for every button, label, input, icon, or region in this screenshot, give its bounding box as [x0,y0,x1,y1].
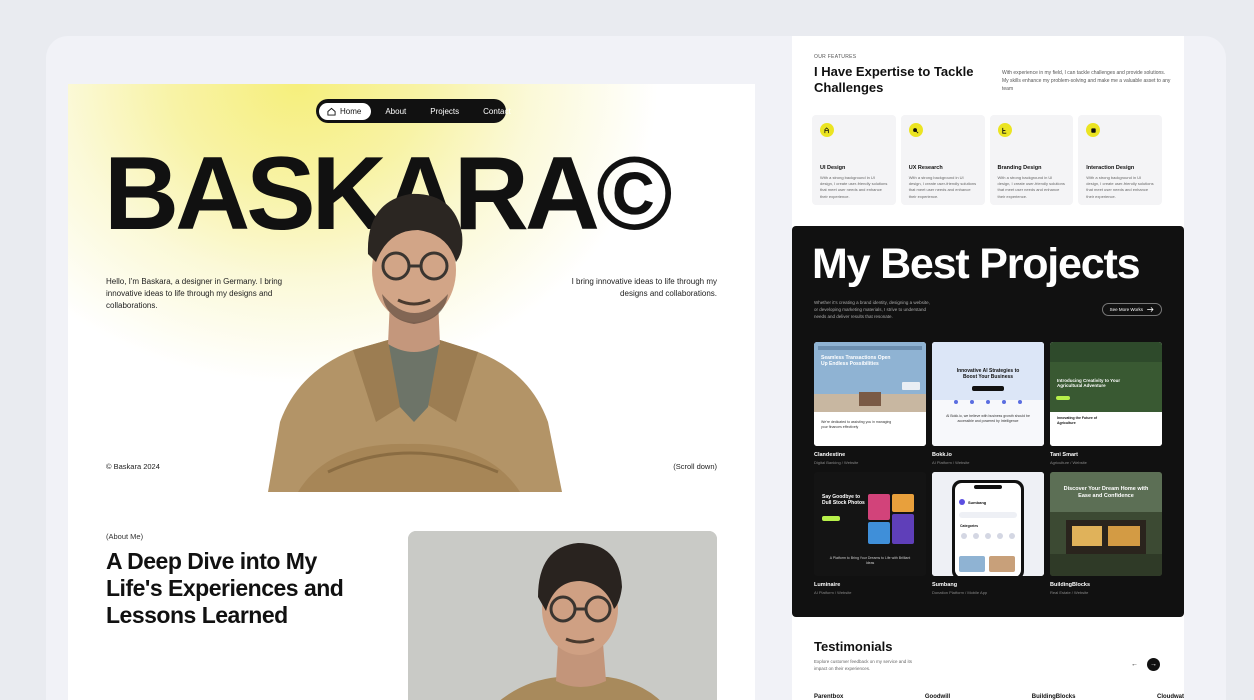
see-more-works-button[interactable]: See More Works [1101,303,1162,316]
project-thumbnail: Introducing Creativity to Your Agricultu… [1050,342,1162,446]
project-thumb-heading: Seamless Transactions Open Up Endless Po… [821,355,891,367]
brand-icon [997,123,1012,137]
features-heading: I Have Expertise to Tackle Challenges [814,64,974,96]
arrow-right-icon [1147,307,1154,312]
testimonials-description: Explore customer feedback on my service … [814,659,913,672]
features-description: With experience in my field, I can tackl… [1002,70,1171,92]
project-name: Clandestine [814,452,846,458]
hero-intro-left: Hello, I'm Baskara, a designer in German… [106,277,283,310]
project-meta: Digital Banking / Website [814,460,859,465]
projects-description: Whether it's creating a brand identity, … [814,300,930,320]
features-label: OUR FEATURES [814,54,857,60]
project-thumbnail: Discover Your Dream Home with Ease and C… [1050,472,1162,576]
client-logo: Cloudwat [1157,694,1184,700]
project-meta: Agriculture / Website [1050,460,1087,465]
project-card-buildingblocks[interactable]: Discover Your Dream Home with Ease and C… [1050,472,1162,595]
project-thumb-heading: Innovative AI Strategies to Boost Your B… [956,368,1020,380]
client-logo: Parentbox [814,694,844,700]
hero-section: Home About Projects Contact BASKARA© Hel… [68,84,755,492]
feature-text: With a strong background in UI design, I… [820,175,888,199]
hero-intro-right: I bring innovative ideas to life through… [571,277,717,298]
project-meta: Real Estate / Website [1050,590,1089,595]
project-name: Luminaire [814,582,841,588]
feature-card-ui-design[interactable]: UI Design With a strong background in UI… [812,115,896,205]
project-thumb-heading: Discover Your Dream Home with Ease and C… [1063,486,1149,499]
nav-contact[interactable]: Contact [473,103,521,120]
feature-card-branding-design[interactable]: Branding Design With a strong background… [989,115,1074,205]
search-icon [908,123,923,137]
feature-title: UI Design [820,165,846,171]
project-card-tani-smart[interactable]: Introducing Creativity to Your Agricultu… [1050,342,1162,465]
arrow-left-icon[interactable]: ← [1128,658,1141,671]
interaction-icon [1086,123,1101,137]
about-portrait [408,531,717,700]
project-thumb-sub: AI Bokk.io, we believe with business gro… [946,414,1030,423]
scroll-down-link[interactable]: (Scroll down) [673,462,717,471]
project-name: Bokk.io [932,452,952,458]
about-label: (About Me) [106,532,144,541]
pen-icon [820,123,834,137]
main-nav: Home About Projects Contact [316,99,511,123]
portfolio-preview: OUR FEATURES I Have Expertise to Tackle … [792,36,1184,700]
nav-projects[interactable]: Projects [420,103,469,120]
client-logo: Goodwill [924,694,951,700]
project-thumbnail: Seamless Transactions Open Up Endless Po… [814,342,926,446]
project-thumb-sub: Innovating the Future of Agriculture [1057,416,1098,425]
project-thumb-sub: Categories [960,524,979,528]
project-meta: Donation Platform / Mobile App [932,590,988,595]
about-photo [408,531,717,700]
feature-card-ux-research[interactable]: UX Research With a strong background in … [900,115,985,205]
feature-title: UX Research [908,165,943,171]
see-more-label: See More Works [1109,307,1143,312]
project-thumbnail: Say Goodbye to Dull Stock Photos A Platf… [814,472,926,576]
project-thumbnail: Innovative AI Strategies to Boost Your B… [932,342,1044,446]
feature-text: With a strong background in UI design, I… [997,175,1065,199]
projects-grid: Seamless Transactions Open Up Endless Po… [814,342,1162,595]
nav-projects-label: Projects [430,106,460,116]
feature-title: Interaction Design [1086,165,1135,171]
about-heading: A Deep Dive into My Life's Experiences a… [106,548,344,629]
nav-home-label: Home [340,106,362,116]
feature-card-interaction-design[interactable]: Interaction Design With a strong backgro… [1078,115,1162,205]
features-grid: UI Design With a strong background in UI… [812,115,1162,205]
nav-home[interactable]: Home [319,102,372,120]
client-logo: BuildingBlocks [1031,694,1076,700]
project-card-luminaire[interactable]: Say Goodbye to Dull Stock Photos A Platf… [814,472,926,595]
testimonials-nav: ← → [1128,658,1160,671]
project-name: Tani Smart [1050,452,1079,458]
nav-about[interactable]: About [375,103,416,120]
client-logos: Parentbox Goodwill BuildingBlocks Cloudw… [814,694,1184,700]
project-card-sumbang[interactable]: Sumbang Categories Sumbang Donation Plat… [932,472,1044,595]
project-thumb-sub: We're dedicated to assisting you in mana… [821,420,892,429]
feature-title: Branding Design [997,165,1042,171]
project-name: Sumbang [932,582,958,588]
nav-contact-label: Contact [483,106,511,116]
landing-page-preview: Home About Projects Contact BASKARA© Hel… [68,84,755,700]
hero-copyright: © Baskara 2024 [106,462,160,471]
project-thumb-heading: Say Goodbye to Dull Stock Photos [822,494,865,506]
project-thumb-heading: Sumbang [968,500,987,505]
project-thumbnail: Sumbang Categories [932,472,1044,576]
feature-text: With a strong background in UI design, I… [1086,175,1154,199]
project-meta: AI Platform / Website [932,460,970,465]
arrow-right-icon[interactable]: → [1147,658,1160,671]
project-name: BuildingBlocks [1050,582,1091,588]
nav-about-label: About [385,106,407,116]
testimonials-title: Testimonials [814,639,893,654]
project-card-clandestine[interactable]: Seamless Transactions Open Up Endless Po… [814,342,926,465]
project-card-bokkio[interactable]: Innovative AI Strategies to Boost Your B… [932,342,1044,465]
feature-text: With a strong background in UI design, I… [908,175,977,199]
project-thumb-sub: A Platform to Bring Your Dreams to Life … [829,556,911,565]
hero-portrait [268,193,562,492]
project-meta: AI Platform / Website [814,590,852,595]
projects-section: My Best Projects Whether it's creating a… [792,226,1184,617]
home-icon [327,107,336,116]
projects-title: My Best Projects [812,240,1141,288]
project-thumb-heading: Introducing Creativity to Your Agricultu… [1057,378,1121,389]
